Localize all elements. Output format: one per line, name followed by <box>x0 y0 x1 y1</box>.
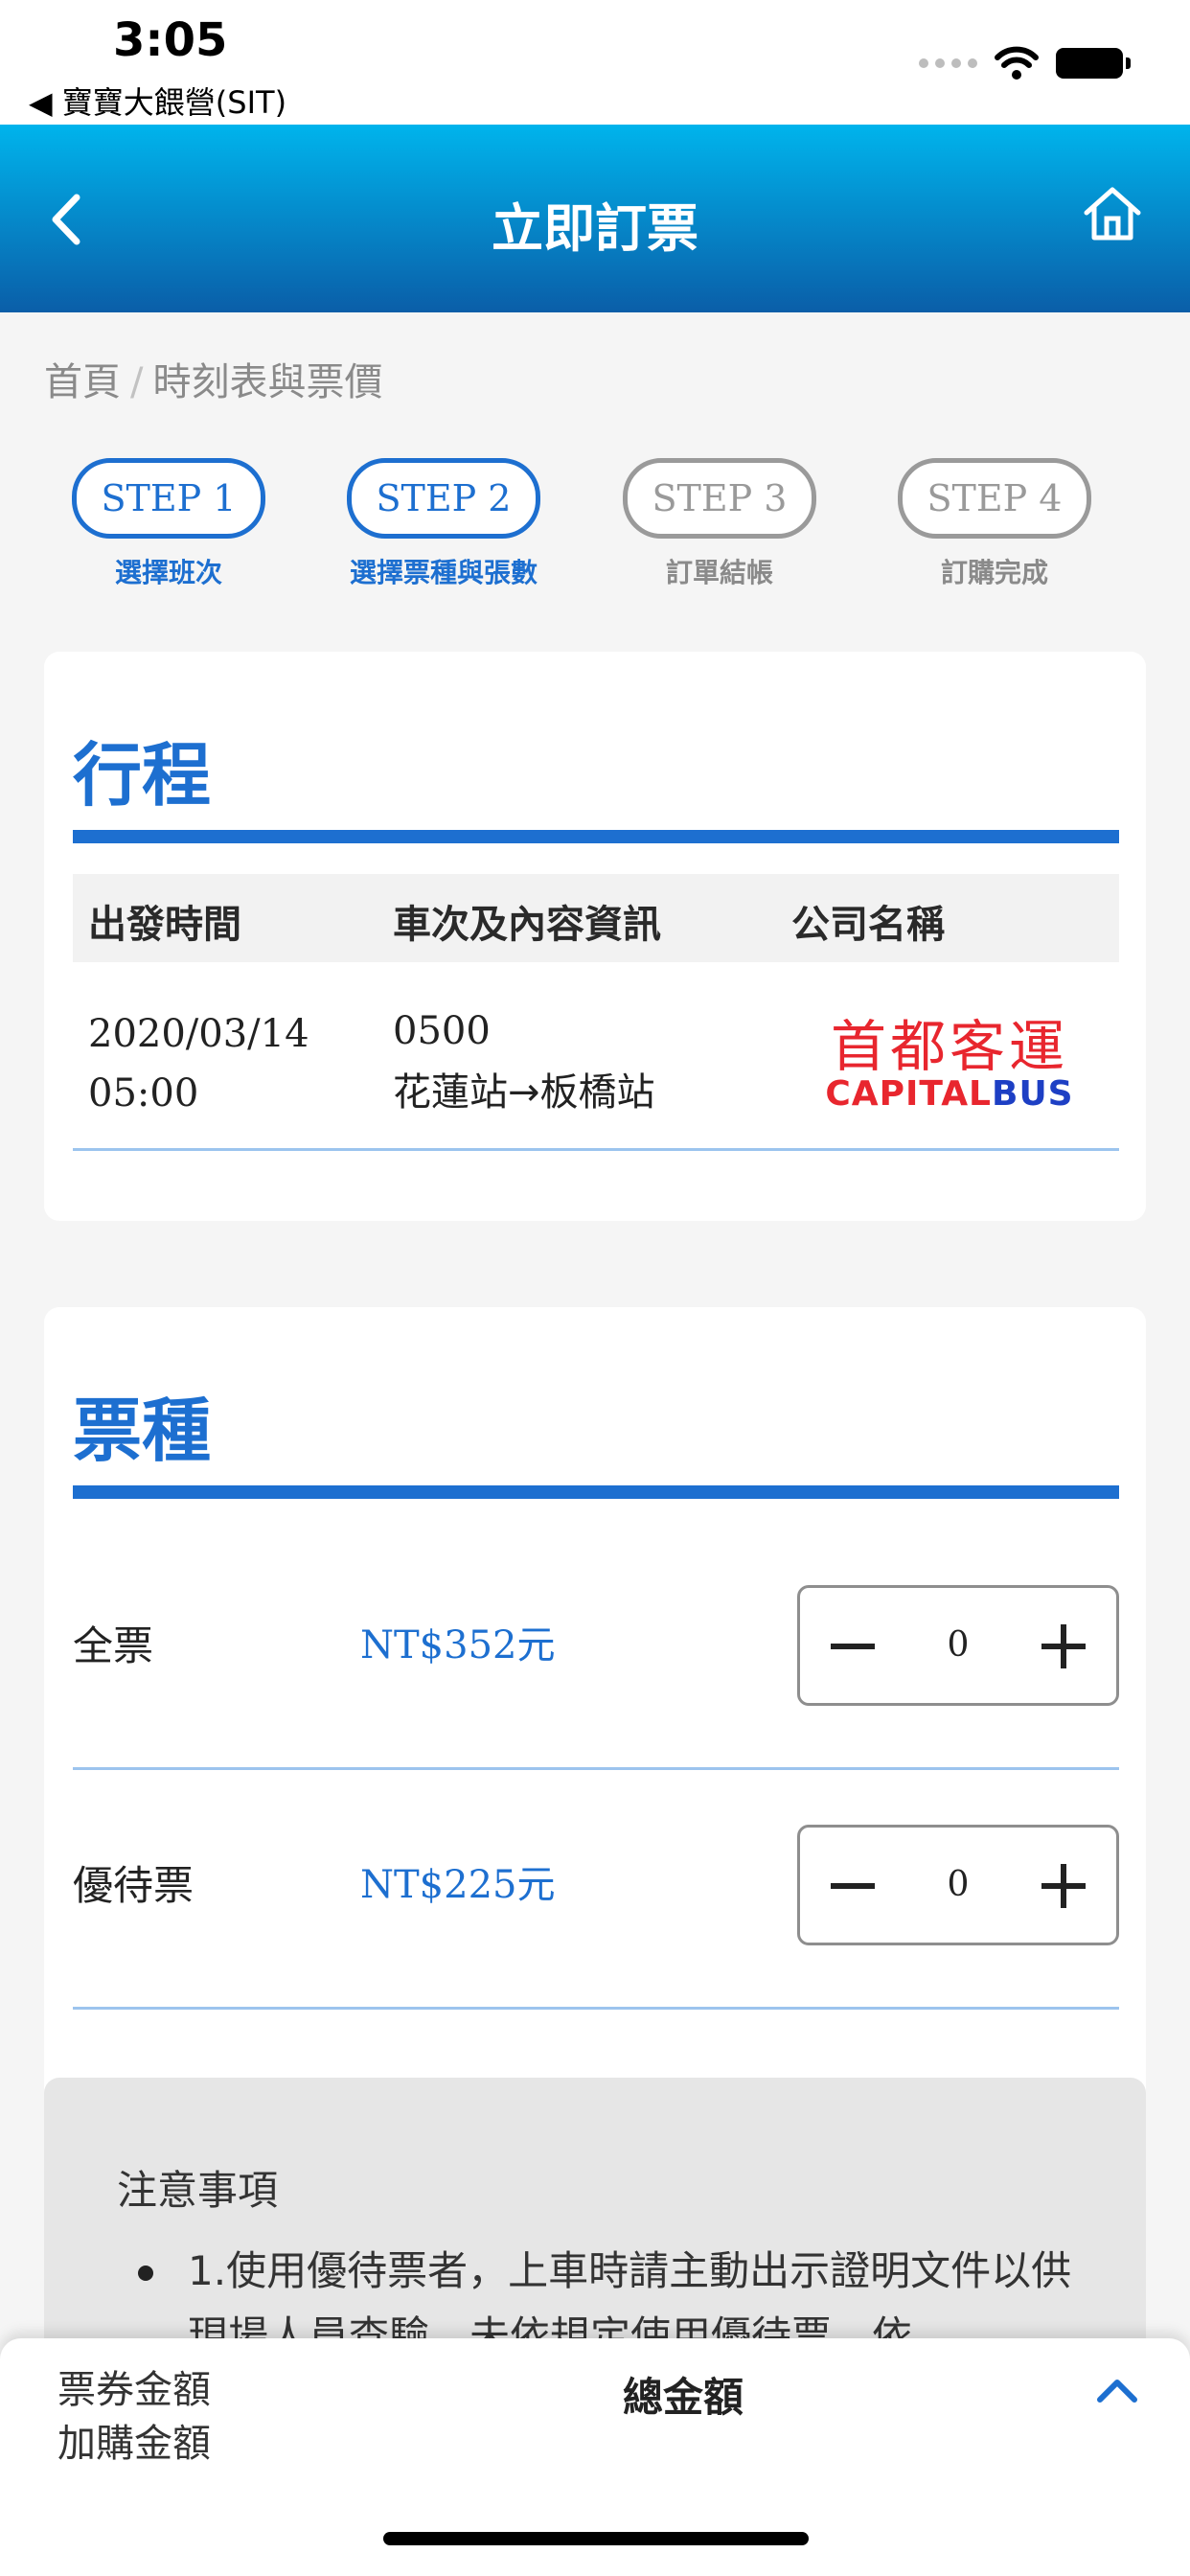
trip-table-header: 出發時間 車次及內容資訊 公司名稱 <box>73 874 1119 962</box>
departure-time: 05:00 <box>88 1071 199 1116</box>
decrement-button[interactable] <box>800 1588 905 1703</box>
departure-cell: 2020/03/14 05:00 <box>88 1004 309 1123</box>
trip-card: 行程 出發時間 車次及內容資訊 公司名稱 2020/03/14 05:00 05… <box>44 652 1146 1221</box>
bus-info-cell: 0500 花蓮站→板橋站 <box>393 1000 655 1123</box>
step-1-pill: STEP 1 <box>72 458 265 539</box>
bus-number: 0500 <box>393 1009 491 1053</box>
total-amount-label: 總金額 <box>623 2374 744 2421</box>
step-4-caption: 訂購完成 <box>940 557 1048 588</box>
quantity-value[interactable]: 0 <box>905 1588 1011 1703</box>
ticket-row-full: 全票 NT$352元 0 <box>73 1528 1119 1770</box>
notice-title: 注意事項 <box>117 2167 279 2214</box>
status-bar: 3:05 ◀ 寶寶大餵營(SIT) <box>0 0 1190 125</box>
ticket-type-title-bar <box>73 1485 1119 1499</box>
step-1-caption: 選擇班次 <box>114 557 222 588</box>
step-4: STEP 4 訂購完成 <box>870 458 1119 590</box>
header-departure-time: 出發時間 <box>88 903 241 947</box>
increment-button[interactable] <box>1011 1588 1116 1703</box>
quantity-stepper: 0 <box>797 1585 1119 1706</box>
ticket-row-discount: 優待票 NT$225元 0 <box>73 1767 1119 2010</box>
breadcrumb-home[interactable]: 首頁 <box>44 360 121 404</box>
ticket-name: 全票 <box>73 1622 154 1669</box>
status-icons <box>919 46 1131 80</box>
route-from: 花蓮站 <box>393 1070 508 1115</box>
step-1: STEP 1 選擇班次 <box>44 458 293 590</box>
ticket-type-title: 票種 <box>73 1391 212 1471</box>
breadcrumb-separator: / <box>130 360 144 404</box>
breadcrumb: 首頁 / 時刻表與票價 <box>44 351 382 406</box>
header-company: 公司名稱 <box>791 903 945 947</box>
company-logo-en: CAPITALBUS <box>825 1074 1074 1114</box>
company-logo: 首都客運 CAPITALBUS <box>820 1018 1079 1114</box>
amount-labels: 票券金額 加購金額 <box>57 2363 211 2471</box>
decrement-button[interactable] <box>800 1828 905 1943</box>
trip-title-bar <box>73 830 1119 843</box>
signal-icon <box>919 58 977 68</box>
route-arrow: → <box>508 1070 540 1115</box>
ticket-type-card: 票種 全票 NT$352元 0 優待票 NT$225元 0 <box>44 1307 1146 2150</box>
step-3: STEP 3 訂單結帳 <box>595 458 844 590</box>
step-2: STEP 2 選擇票種與張數 <box>319 458 568 590</box>
increment-button[interactable] <box>1011 1828 1116 1943</box>
table-row: 2020/03/14 05:00 0500 花蓮站→板橋站 首都客運 CAPIT… <box>73 962 1119 1151</box>
quantity-value[interactable]: 0 <box>905 1828 1011 1943</box>
departure-date: 2020/03/14 <box>88 1012 309 1056</box>
trip-title: 行程 <box>73 735 212 816</box>
header-bus-info: 車次及內容資訊 <box>393 903 661 947</box>
route: 花蓮站→板橋站 <box>393 1062 655 1123</box>
ticket-amount-label: 票券金額 <box>57 2368 211 2412</box>
company-logo-zh: 首都客運 <box>830 1014 1068 1079</box>
ticket-price: NT$225元 <box>360 1863 556 1907</box>
step-progress: STEP 1 選擇班次 STEP 2 選擇票種與張數 STEP 3 訂單結帳 S… <box>44 458 1146 592</box>
step-2-caption: 選擇票種與張數 <box>349 557 538 588</box>
battery-icon <box>1056 48 1131 79</box>
quantity-stepper: 0 <box>797 1825 1119 1945</box>
page-title: 立即訂票 <box>492 198 698 259</box>
ticket-price: NT$352元 <box>360 1623 556 1668</box>
step-2-pill: STEP 2 <box>347 458 540 539</box>
step-4-pill: STEP 4 <box>898 458 1091 539</box>
home-indicator <box>383 2532 809 2545</box>
ticket-name: 優待票 <box>73 1862 195 1909</box>
chevron-up-icon[interactable] <box>1092 2371 1142 2409</box>
breadcrumb-current[interactable]: 時刻表與票價 <box>152 360 382 404</box>
step-3-caption: 訂單結帳 <box>665 557 773 588</box>
wifi-icon <box>995 46 1039 80</box>
addon-amount-label: 加購金額 <box>57 2422 211 2466</box>
navigation-bar: 立即訂票 <box>0 125 1190 312</box>
home-icon[interactable] <box>1081 182 1144 245</box>
status-time: 3:05 <box>113 13 228 67</box>
step-3-pill: STEP 3 <box>623 458 816 539</box>
route-to: 板橋站 <box>539 1070 655 1115</box>
back-to-app-link[interactable]: ◀ 寶寶大餵營(SIT) <box>29 79 286 123</box>
